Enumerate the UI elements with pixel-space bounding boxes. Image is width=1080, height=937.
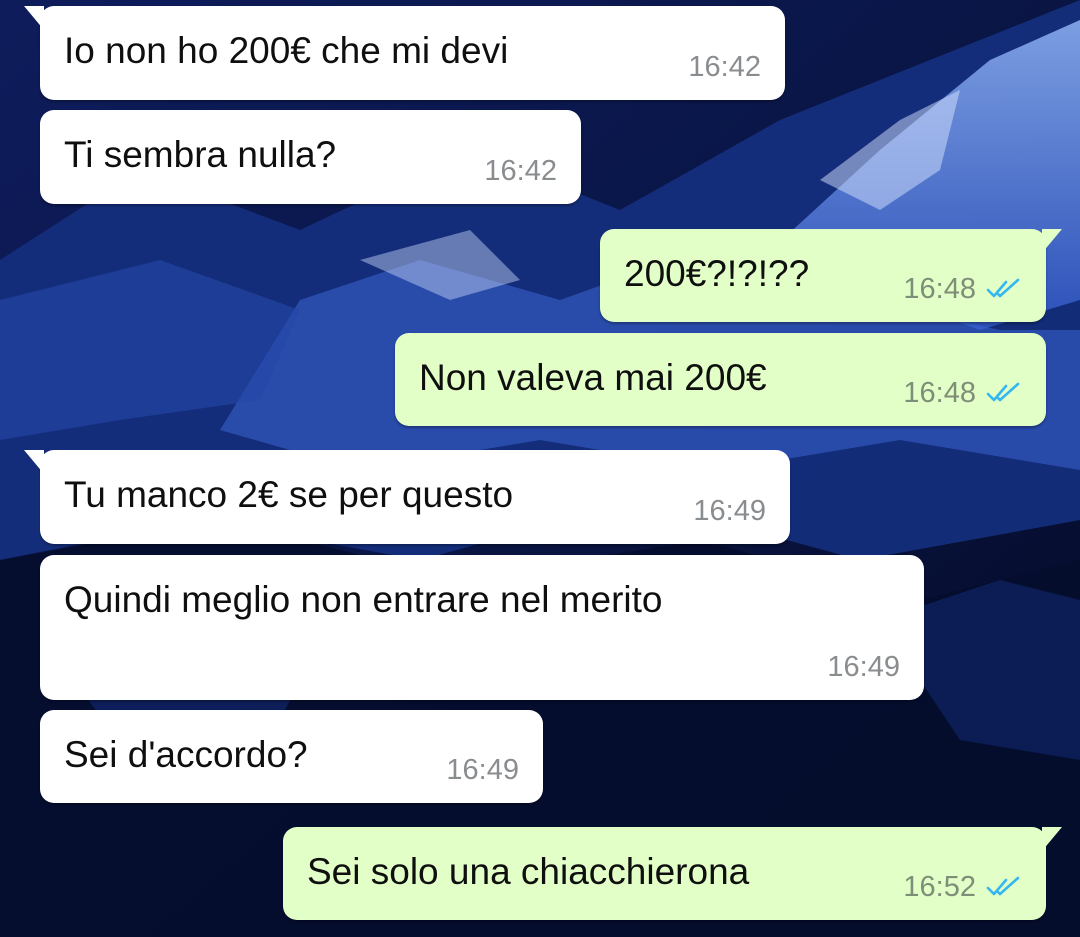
message-text: Non valeva mai 200€: [419, 357, 767, 398]
bubble-tail: [24, 6, 44, 30]
message-time: 16:49: [827, 650, 900, 683]
bubble-tail: [1042, 229, 1062, 253]
outgoing-message[interactable]: Non valeva mai 200€ 16:48: [395, 333, 1046, 426]
double-check-icon: [986, 383, 1020, 402]
message-meta: 16:48: [903, 377, 1022, 410]
message-meta: 16:48: [903, 273, 1022, 306]
message-meta: 16:49: [446, 754, 519, 787]
message-time: 16:52: [903, 870, 976, 903]
message-list[interactable]: Io non ho 200€ che mi devi 16:42 Ti semb…: [0, 0, 1080, 937]
message-time: 16:49: [693, 494, 766, 527]
message-text: 200€?!?!??: [624, 253, 810, 294]
message-time: 16:49: [446, 753, 519, 786]
message-meta: 16:42: [484, 155, 557, 188]
message-text: Tu manco 2€ se per questo: [64, 474, 514, 515]
incoming-message[interactable]: Tu manco 2€ se per questo 16:49: [24, 450, 790, 544]
message-time: 16:42: [484, 154, 557, 187]
bubble-tail: [1042, 827, 1062, 851]
message-text: Ti sembra nulla?: [64, 134, 337, 175]
incoming-message[interactable]: Io non ho 200€ che mi devi 16:42: [24, 6, 785, 100]
outgoing-message[interactable]: 200€?!?!?? 16:48: [600, 229, 1062, 322]
message-time: 16:48: [903, 376, 976, 409]
message-text: Io non ho 200€ che mi devi: [64, 30, 509, 71]
message-text: Sei solo una chiacchierona: [307, 851, 750, 892]
incoming-message[interactable]: Ti sembra nulla? 16:42: [40, 110, 581, 204]
message-meta: 16:49: [827, 651, 900, 684]
message-time: 16:48: [903, 272, 976, 305]
message-text: Sei d'accordo?: [64, 734, 308, 775]
double-check-icon: [986, 877, 1020, 896]
incoming-message[interactable]: Sei d'accordo? 16:49: [40, 710, 543, 803]
double-check-icon: [986, 279, 1020, 298]
outgoing-message[interactable]: Sei solo una chiacchierona 16:52: [283, 827, 1062, 920]
message-meta: 16:49: [693, 495, 766, 528]
message-meta: 16:42: [688, 51, 761, 84]
message-text: Quindi meglio non entrare nel merito: [64, 579, 663, 620]
incoming-message[interactable]: Quindi meglio non entrare nel merito 16:…: [40, 555, 924, 700]
message-time: 16:42: [688, 50, 761, 83]
bubble-tail: [24, 450, 44, 474]
message-meta: 16:52: [903, 871, 1022, 904]
